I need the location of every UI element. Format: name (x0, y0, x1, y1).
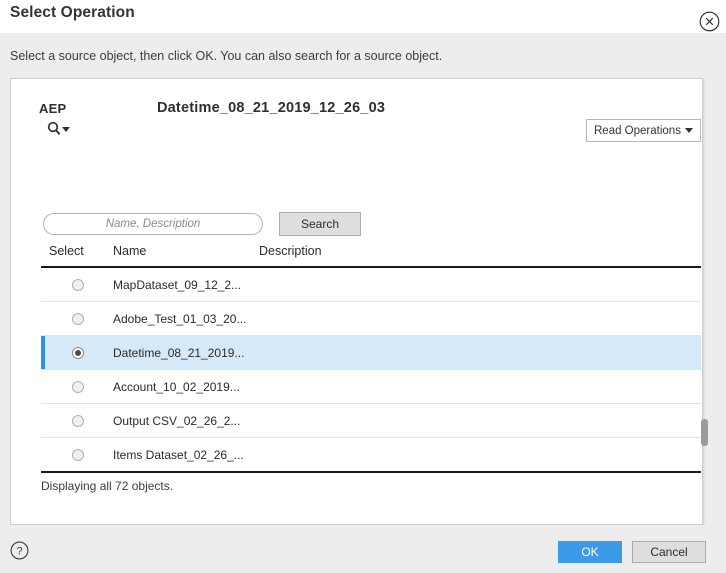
left-gutter (0, 78, 10, 525)
row-radio-button[interactable] (72, 449, 84, 461)
instruction-band: Select a source object, then click OK. Y… (0, 33, 726, 78)
table-row[interactable]: Output CSV_02_26_2... (41, 404, 701, 438)
row-name-cell: Datetime_08_21_2019... (113, 345, 245, 360)
chevron-down-icon (685, 128, 693, 133)
table-scrollbar[interactable] (701, 267, 708, 470)
dialog-title: Select Operation (10, 4, 135, 21)
column-header-description: Description (259, 244, 322, 258)
search-magnifier-icon[interactable] (47, 121, 70, 136)
row-radio-button[interactable] (72, 278, 84, 291)
table-body: MapDataset_09_12_2... Adobe_Test_01_03_20… (41, 268, 701, 472)
object-title: Datetime_08_21_2019_12_26_03 (157, 100, 386, 116)
select-operation-dialog: Select Operation Select a source object,… (0, 0, 726, 573)
row-name-cell: MapDataset_09_12_2... (113, 277, 242, 292)
table-row[interactable]: Items Dataset_02_26_... (41, 438, 701, 472)
row-name-cell: Output CSV_02_26_2... (113, 413, 241, 428)
table-row[interactable]: Datetime_08_21_2019... (41, 336, 701, 370)
source-object-panel: AEP Datetime_08_21_2019_12_26_03 Read Op… (10, 78, 708, 525)
table-header-row: Select Name Description (41, 244, 701, 268)
row-radio-button[interactable] (72, 312, 84, 325)
search-button[interactable]: Search (279, 212, 361, 236)
search-input[interactable] (43, 213, 263, 235)
column-header-name: Name (113, 244, 147, 258)
ok-button[interactable]: OK (558, 541, 622, 563)
row-radio-button[interactable] (72, 414, 84, 427)
row-radio-button[interactable] (72, 380, 84, 393)
svg-text:?: ? (16, 546, 22, 558)
instruction-text: Select a source object, then click OK. Y… (10, 49, 443, 63)
connection-label: AEP (39, 101, 67, 116)
row-radio-button[interactable] (72, 346, 84, 359)
chevron-down-icon (62, 127, 70, 132)
table-bottom-divider (41, 471, 701, 473)
table-scrollbar-thumb[interactable] (701, 419, 708, 446)
row-name-cell: Account_10_02_2019... (113, 379, 240, 394)
table-row[interactable]: Adobe_Test_01_03_20... (41, 302, 701, 336)
help-circle-icon[interactable]: ? (10, 541, 29, 560)
row-name-cell: Items Dataset_02_26_... (113, 448, 244, 462)
close-icon[interactable] (699, 11, 720, 32)
read-operations-value: Read Operations (594, 124, 681, 137)
objects-table: Select Name Description MapDataset_09_12… (41, 244, 701, 470)
cancel-button[interactable]: Cancel (632, 541, 706, 563)
read-operations-dropdown[interactable]: Read Operations (586, 119, 701, 142)
table-row[interactable]: Account_10_02_2019... (41, 370, 701, 404)
dialog-titlebar: Select Operation (0, 0, 726, 33)
column-header-select: Select (49, 244, 84, 258)
row-name-cell: Adobe_Test_01_03_20... (113, 311, 247, 326)
objects-count-status: Displaying all 72 objects. (41, 479, 174, 493)
table-row[interactable]: MapDataset_09_12_2... (41, 268, 701, 302)
